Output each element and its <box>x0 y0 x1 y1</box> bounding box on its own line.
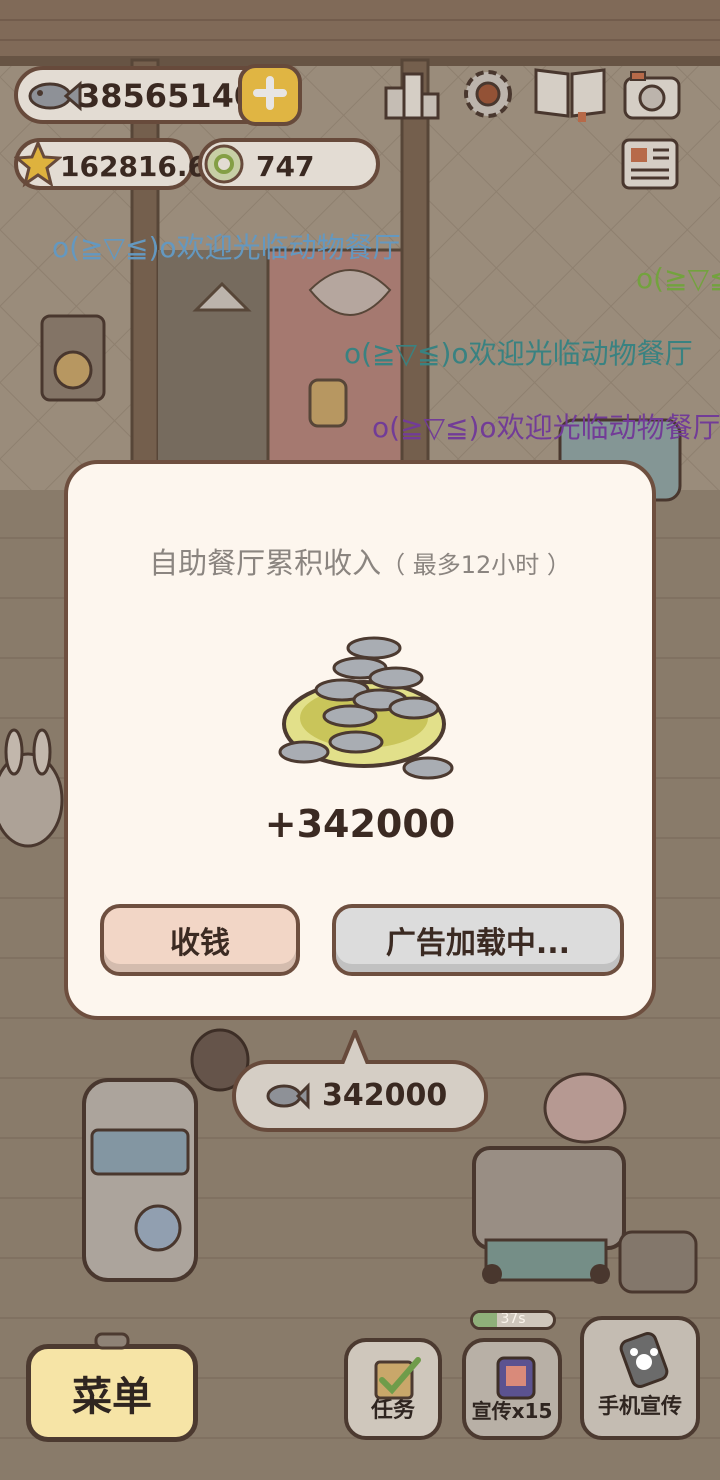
newspaper-icon <box>619 136 681 196</box>
dialog-subtitle-close: 小时 ） <box>491 551 571 579</box>
ranking-icon <box>382 66 442 126</box>
token-currency-counter: 747 <box>198 138 380 190</box>
speech-bubble-tail <box>340 1030 370 1064</box>
camera-button[interactable] <box>620 64 684 128</box>
star-currency-value: 162816.6 <box>60 150 208 183</box>
star-currency-counter: 162816.6 <box>13 138 207 192</box>
menu-clip-icon <box>94 1332 130 1350</box>
plus-icon <box>253 76 287 114</box>
speech-bubble-amount: 342000 <box>322 1078 448 1113</box>
checkbox-icon <box>372 1354 422 1406</box>
settings-button[interactable] <box>456 64 520 128</box>
paw-phone-icon <box>614 1332 674 1392</box>
dialog-title: 自助餐厅累积收入（ 最多12小时 ） <box>68 540 652 582</box>
fish-icon <box>264 1078 310 1118</box>
buffet-income-dialog: 自助餐厅累积收入（ 最多12小时 ） +342000 收钱 广告加载中... <box>64 460 656 1020</box>
fish-currency-value: 38565140 <box>78 77 257 115</box>
danmaku-message: o(≧▽≦)o欢迎光临动物餐厅 <box>372 411 720 444</box>
token-currency-value: 747 <box>256 150 315 183</box>
danmaku-message: o(≧▽≦ <box>636 262 720 295</box>
camera-icon <box>621 66 683 126</box>
recipe-book-icon <box>532 62 608 126</box>
menu-button[interactable]: 菜单 <box>26 1344 198 1442</box>
collect-button[interactable]: 收钱 <box>100 904 300 976</box>
phone-promote-label: 手机宣传 <box>598 1394 682 1418</box>
danmaku-message: o(≧▽≦)o欢迎光临动物餐厅 <box>344 337 693 370</box>
dialog-subtitle-open: （ 最多 <box>381 551 461 579</box>
fish-plate-icon <box>278 636 454 780</box>
star-icon <box>13 139 63 192</box>
ring-token-icon <box>200 140 248 192</box>
dialog-title-text: 自助餐厅累积收入 <box>149 546 382 580</box>
phone-promote-button[interactable]: 手机宣传 <box>580 1316 700 1440</box>
add-fish-button[interactable] <box>238 64 302 126</box>
income-speech-bubble[interactable]: 342000 <box>232 1060 488 1132</box>
reward-amount: +342000 <box>264 802 456 846</box>
ranking-button[interactable] <box>380 64 444 128</box>
danmaku-message: o(≧▽≦)o欢迎光临动物餐厅 <box>52 231 401 264</box>
recipe-book-button[interactable] <box>530 62 610 126</box>
promo-timer-text: 37s <box>500 1311 526 1327</box>
tasks-button[interactable]: 任务 <box>344 1338 442 1440</box>
dialog-subtitle-hours: 12 <box>460 551 492 579</box>
promo-card-icon <box>492 1354 540 1406</box>
menu-label: 菜单 <box>72 1374 152 1420</box>
newspaper-button[interactable] <box>618 134 682 198</box>
promo-timer-bar: 37s <box>470 1310 556 1330</box>
fish-icon <box>24 72 82 118</box>
promote-button[interactable]: 宣传x15 <box>462 1338 562 1440</box>
watch-ad-button[interactable]: 广告加载中... <box>332 904 624 976</box>
gear-icon <box>458 64 518 128</box>
